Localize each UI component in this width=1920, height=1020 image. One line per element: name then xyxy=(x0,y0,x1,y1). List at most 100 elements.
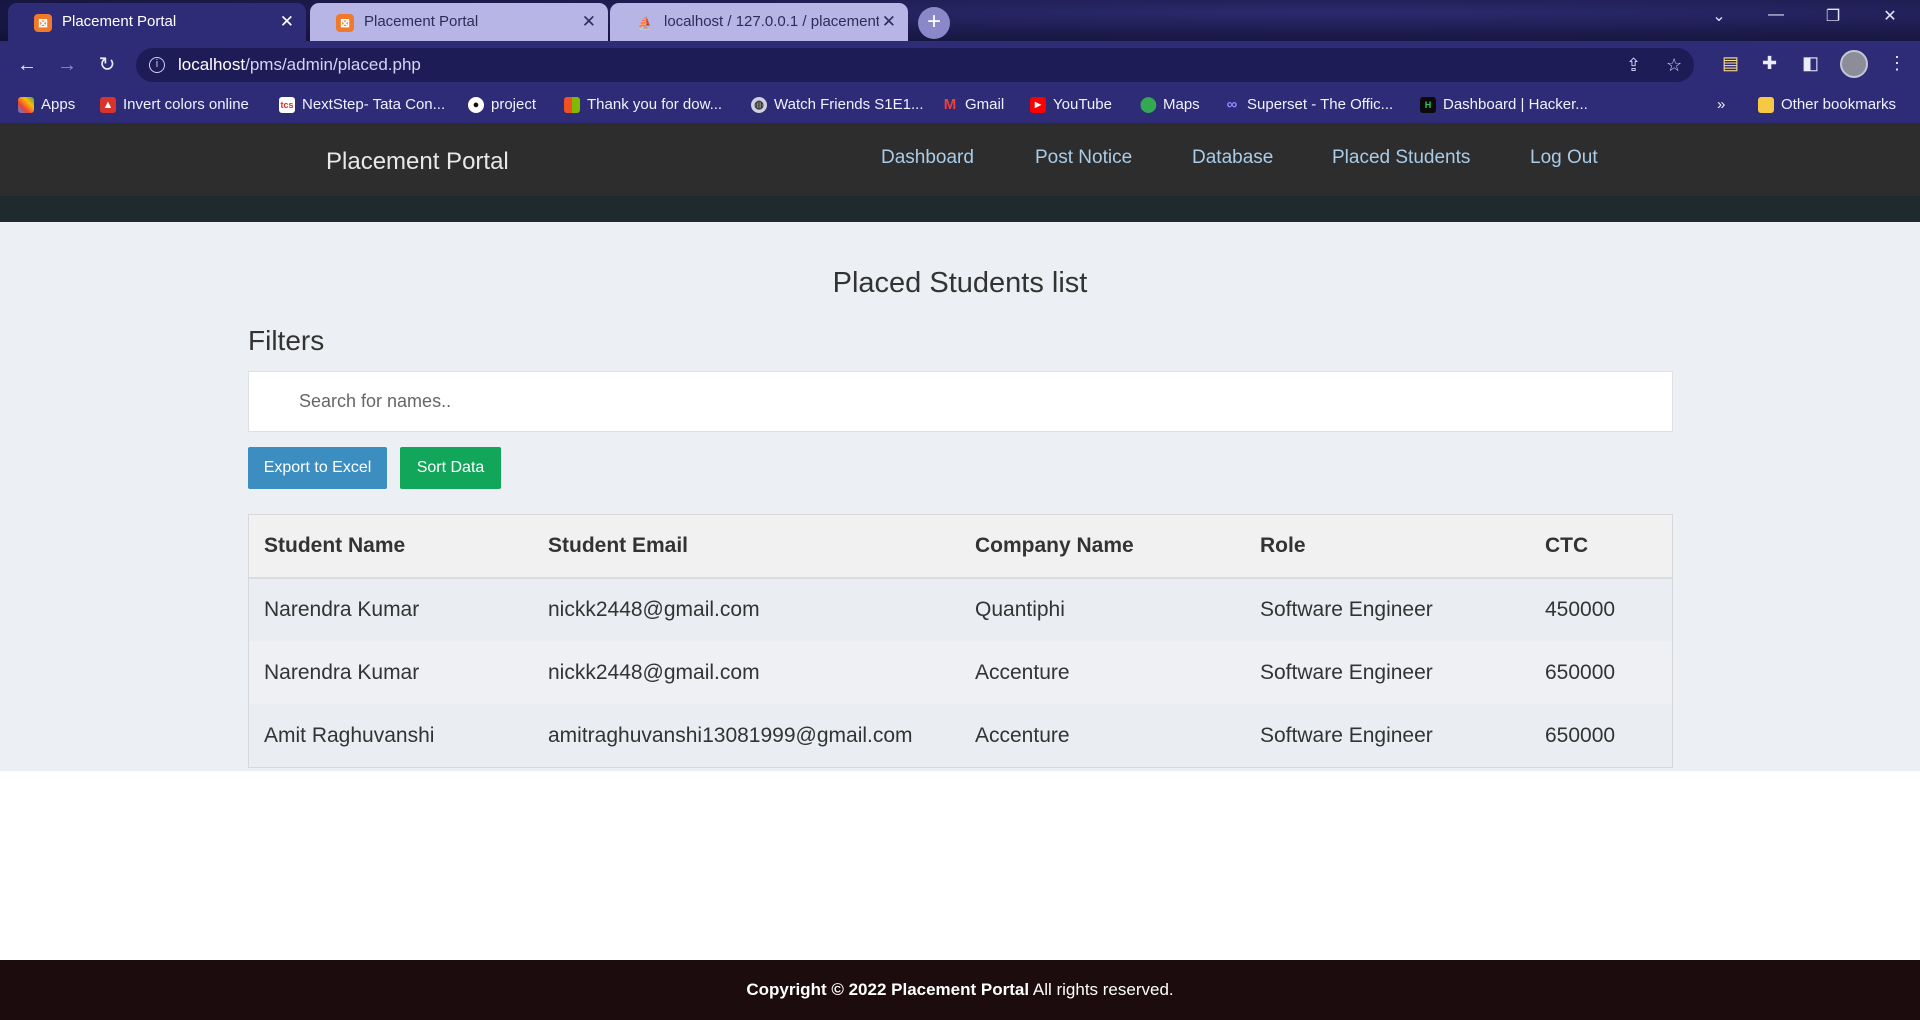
nav-database[interactable]: Database xyxy=(1192,147,1273,169)
tree-icon: ▲ xyxy=(100,96,116,113)
cell-role: Software Engineer xyxy=(1260,660,1433,684)
url-path: /pms/admin/placed.php xyxy=(245,55,421,74)
close-tab-icon[interactable]: ✕ xyxy=(882,12,896,32)
cell-ctc: 450000 xyxy=(1545,598,1616,621)
tab-placement-portal-1[interactable]: ⊠ Placement Portal ✕ xyxy=(8,3,306,41)
minimize-icon[interactable]: — xyxy=(1756,6,1796,24)
bookmark-project[interactable]: ● project xyxy=(468,96,536,113)
cell-ctc: 650000 xyxy=(1545,660,1616,684)
globe-icon: ◍ xyxy=(751,96,767,113)
superset-icon: ∞ xyxy=(1226,95,1238,113)
site-navbar: Placement Portal Dashboard Post Notice D… xyxy=(0,123,1920,196)
bookmark-label: Gmail xyxy=(965,96,1005,113)
tab-placement-portal-2[interactable]: ⊠ Placement Portal ✕ xyxy=(310,3,608,41)
gmail-icon: M xyxy=(943,95,957,113)
nav-placed-students[interactable]: Placed Students xyxy=(1332,147,1470,169)
side-panel-icon[interactable]: ◧ xyxy=(1802,53,1819,74)
placed-students-table: Student Name Student Email Company Name … xyxy=(248,514,1673,768)
site-footer: Copyright © 2022 Placement Portal All ri… xyxy=(0,960,1920,1020)
column-header-student-email[interactable]: Student Email xyxy=(533,515,960,578)
bookmark-apps[interactable]: Apps xyxy=(18,96,75,113)
address-bar[interactable]: i localhost/pms/admin/placed.php ⇪ ☆ xyxy=(136,48,1694,82)
tab-strip: ⊠ Placement Portal ✕ ⊠ Placement Portal … xyxy=(0,0,1920,41)
column-header-ctc[interactable]: CTC xyxy=(1530,515,1672,578)
restore-icon[interactable]: ❐ xyxy=(1813,6,1853,26)
search-input[interactable] xyxy=(248,371,1673,432)
extensions-puzzle-icon[interactable]: ✚ xyxy=(1762,53,1777,74)
youtube-icon: ▶ xyxy=(1030,96,1046,113)
page-viewport: Placement Portal Dashboard Post Notice D… xyxy=(0,123,1920,1020)
apps-grid-icon xyxy=(18,96,34,113)
bookmark-label: Dashboard | Hacker... xyxy=(1443,96,1588,113)
cell-student-email: nickk2448@gmail.com xyxy=(548,598,760,621)
more-bookmarks-label: » xyxy=(1717,96,1726,113)
profile-avatar[interactable] xyxy=(1840,50,1868,78)
github-icon: ● xyxy=(468,96,484,113)
cell-company-name: Quantiphi xyxy=(975,598,1065,621)
nav-post-notice[interactable]: Post Notice xyxy=(1035,147,1132,169)
tab-search-chevron-icon[interactable]: ⌄ xyxy=(1699,6,1739,26)
menu-kebab-icon[interactable]: ⋮ xyxy=(1888,53,1906,74)
footer-copyright: Copyright © 2022 Placement Portal xyxy=(746,980,1030,999)
bookmark-nextstep[interactable]: tcs NextStep- Tata Con... xyxy=(279,96,445,113)
table-row: Amit Raghuvanshi amitraghuvanshi13081999… xyxy=(249,704,1672,767)
nav-accent-strip xyxy=(0,196,1920,222)
cell-student-email: amitraghuvanshi13081999@gmail.com xyxy=(548,723,913,747)
tcs-icon: tcs xyxy=(279,96,295,113)
more-bookmarks-chevron[interactable]: » xyxy=(1717,96,1725,113)
site-info-icon[interactable]: i xyxy=(149,57,165,73)
bookmark-label: Thank you for dow... xyxy=(587,96,723,113)
tab-phpmyadmin[interactable]: ⛵ localhost / 127.0.0.1 / placement ✕ xyxy=(610,3,908,41)
forward-arrow-icon[interactable]: → xyxy=(52,50,82,80)
sort-data-button[interactable]: Sort Data xyxy=(400,447,501,489)
nav-dashboard[interactable]: Dashboard xyxy=(881,147,974,169)
bookmark-label: project xyxy=(491,96,537,113)
back-arrow-icon[interactable]: ← xyxy=(12,50,42,80)
bookmark-label: NextStep- Tata Con... xyxy=(302,96,446,113)
bookmark-label: Invert colors online xyxy=(123,96,249,113)
bookmark-invert-colors[interactable]: ▲ Invert colors online xyxy=(100,96,249,113)
extension-notes-icon[interactable]: ▤ xyxy=(1722,53,1739,74)
footer-rights: All rights reserved. xyxy=(1029,980,1174,999)
bookmark-label: Apps xyxy=(41,96,76,113)
cell-student-name: Narendra Kumar xyxy=(264,598,420,621)
share-icon[interactable]: ⇪ xyxy=(1626,48,1641,82)
bookmark-hackerrank[interactable]: H Dashboard | Hacker... xyxy=(1420,96,1588,113)
bookmark-gmail[interactable]: M Gmail xyxy=(942,96,1004,113)
column-header-company-name[interactable]: Company Name xyxy=(960,515,1245,578)
url-host: localhost xyxy=(178,55,246,74)
xampp-favicon-icon: ⊠ xyxy=(336,14,354,32)
tab-title: localhost / 127.0.0.1 / placement xyxy=(664,13,879,30)
column-header-student-name[interactable]: Student Name xyxy=(249,515,533,578)
cell-role: Software Engineer xyxy=(1260,598,1433,621)
bookmark-label: Superset - The Offic... xyxy=(1247,96,1394,113)
maps-icon: ⬤ xyxy=(1140,95,1157,113)
new-tab-button[interactable]: + xyxy=(918,7,950,39)
hackerrank-icon: H xyxy=(1420,96,1436,113)
other-bookmarks-folder[interactable]: Other bookmarks xyxy=(1758,96,1896,113)
bookmark-superset[interactable]: ∞ Superset - The Offic... xyxy=(1224,95,1394,113)
close-window-icon[interactable]: ✕ xyxy=(1870,6,1910,26)
site-brand[interactable]: Placement Portal xyxy=(326,148,509,176)
reload-icon[interactable]: ↻ xyxy=(92,50,122,80)
export-to-excel-button[interactable]: Export to Excel xyxy=(248,447,387,489)
bookmark-star-icon[interactable]: ☆ xyxy=(1666,48,1682,82)
close-tab-icon[interactable]: ✕ xyxy=(582,12,596,32)
cell-student-email: nickk2448@gmail.com xyxy=(548,660,760,684)
nav-log-out[interactable]: Log Out xyxy=(1530,147,1598,169)
bookmark-maps[interactable]: ⬤ Maps xyxy=(1140,96,1200,113)
table-header-row: Student Name Student Email Company Name … xyxy=(249,515,1672,578)
cell-student-name: Amit Raghuvanshi xyxy=(264,723,435,747)
column-header-role[interactable]: Role xyxy=(1245,515,1530,578)
close-tab-icon[interactable]: ✕ xyxy=(280,12,294,32)
table-row: Narendra Kumar nickk2448@gmail.com Accen… xyxy=(249,641,1672,704)
cell-student-name: Narendra Kumar xyxy=(264,660,420,684)
filters-heading: Filters xyxy=(248,325,325,356)
bookmark-thank-you[interactable]: Thank you for dow... xyxy=(564,96,722,113)
folder-icon xyxy=(1758,96,1774,113)
cell-company-name: Accenture xyxy=(975,660,1070,684)
bookmark-youtube[interactable]: ▶ YouTube xyxy=(1030,96,1112,113)
bookmark-watch-friends[interactable]: ◍ Watch Friends S1E1... xyxy=(751,96,924,113)
bookmark-label: Watch Friends S1E1... xyxy=(774,96,924,113)
bookmark-label: YouTube xyxy=(1053,96,1112,113)
